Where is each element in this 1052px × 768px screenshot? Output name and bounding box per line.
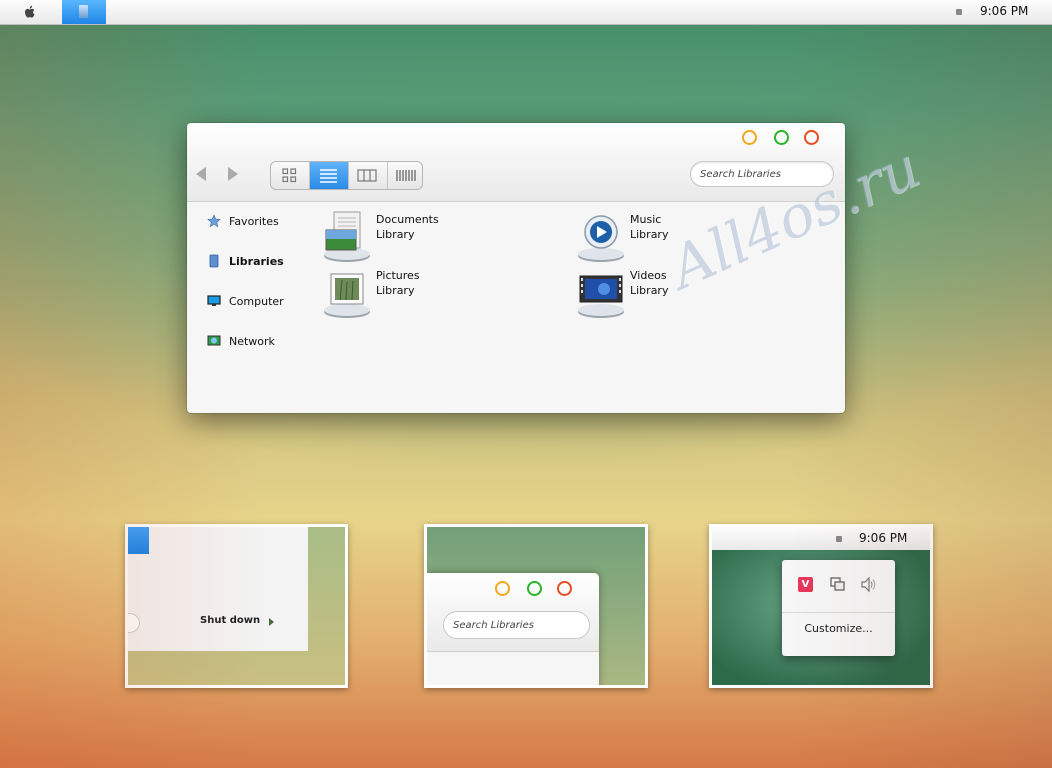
thumbnail-tray: 9:06 PM V Customize... [709,524,933,688]
library-sub: Library [376,228,415,241]
close-button[interactable] [557,581,572,596]
shutdown-button[interactable]: Shut down [200,615,260,626]
library-sub: Library [376,284,415,297]
list-icon [320,169,337,183]
library-item-music[interactable]: Music Library [576,210,668,264]
sidebar-item-label: Network [229,334,275,348]
sidebar-item-favorites[interactable]: Favorites [207,212,279,230]
forward-arrow-icon[interactable] [228,167,238,181]
tray-indicator-icon[interactable] [956,9,962,15]
library-label: Music Library [630,210,668,264]
sidebar-item-computer[interactable]: Computer [207,292,284,310]
library-label: Videos Library [630,266,668,320]
window-toolbar: Search Libraries [187,123,845,202]
menu-bar: 9:06 PM [0,0,1052,25]
tray-indicator-icon[interactable] [836,536,842,542]
apple-icon[interactable] [22,4,38,20]
documents-library-icon [324,211,370,262]
start-menu-panel [128,527,308,651]
active-app-button[interactable] [62,0,106,24]
start-button[interactable] [128,527,149,554]
close-button[interactable] [804,130,819,145]
sidebar-item-label: Computer [229,294,284,308]
maximize-button[interactable] [774,130,789,145]
document-icon [79,5,88,18]
library-item-documents[interactable]: Documents Library [322,210,439,264]
thumbnail-start-menu: Shut down [125,524,348,688]
mini-window: Search Libraries [427,573,599,685]
column-view-button[interactable] [349,162,388,189]
tray-app-icon[interactable]: V [798,577,813,592]
sidebar-item-libraries[interactable]: Libraries [207,252,284,270]
network-icon [207,335,221,346]
coverflow-icon [396,170,416,181]
maximize-button[interactable] [527,581,542,596]
sidebar-item-network[interactable]: Network [207,332,275,350]
shutdown-arrow-icon[interactable] [269,618,274,626]
library-name: Pictures [376,269,420,282]
back-arrow-icon[interactable] [196,167,206,181]
star-icon [207,214,221,228]
menu-bar-clock[interactable]: 9:06 PM [980,4,1028,18]
library-name: Documents [376,213,439,226]
coverflow-view-button[interactable] [388,162,422,189]
computer-icon [207,295,221,306]
library-icon [209,254,219,268]
library-label: Pictures Library [376,266,420,320]
sidebar-item-label: Favorites [229,214,279,228]
minimize-button[interactable] [495,581,510,596]
minimize-button[interactable] [742,130,757,145]
divider [782,612,895,613]
music-library-icon [578,215,624,262]
pictures-library-icon [324,273,370,318]
library-sub: Library [630,284,669,297]
library-item-videos[interactable]: Videos Library [576,266,668,320]
thumbnail-window: Search Libraries [424,524,648,688]
library-name: Videos [630,269,667,282]
volume-icon[interactable] [860,576,878,593]
grid-icon [282,168,297,183]
customize-button[interactable]: Customize... [782,622,895,635]
list-view-button[interactable] [310,162,349,189]
library-item-pictures[interactable]: Pictures Library [322,266,420,320]
sidebar-item-label: Libraries [229,254,284,268]
columns-icon [357,169,377,182]
view-mode-switcher [270,161,423,190]
search-input[interactable]: Search Libraries [443,611,590,639]
menu-bar-clock[interactable]: 9:06 PM [859,531,907,545]
library-name: Music [630,213,662,226]
icon-view-button[interactable] [271,162,310,189]
videos-library-icon [578,275,624,318]
network-tray-icon[interactable] [829,576,846,593]
library-label: Documents Library [376,210,439,264]
tray-popup: V Customize... [782,560,895,656]
